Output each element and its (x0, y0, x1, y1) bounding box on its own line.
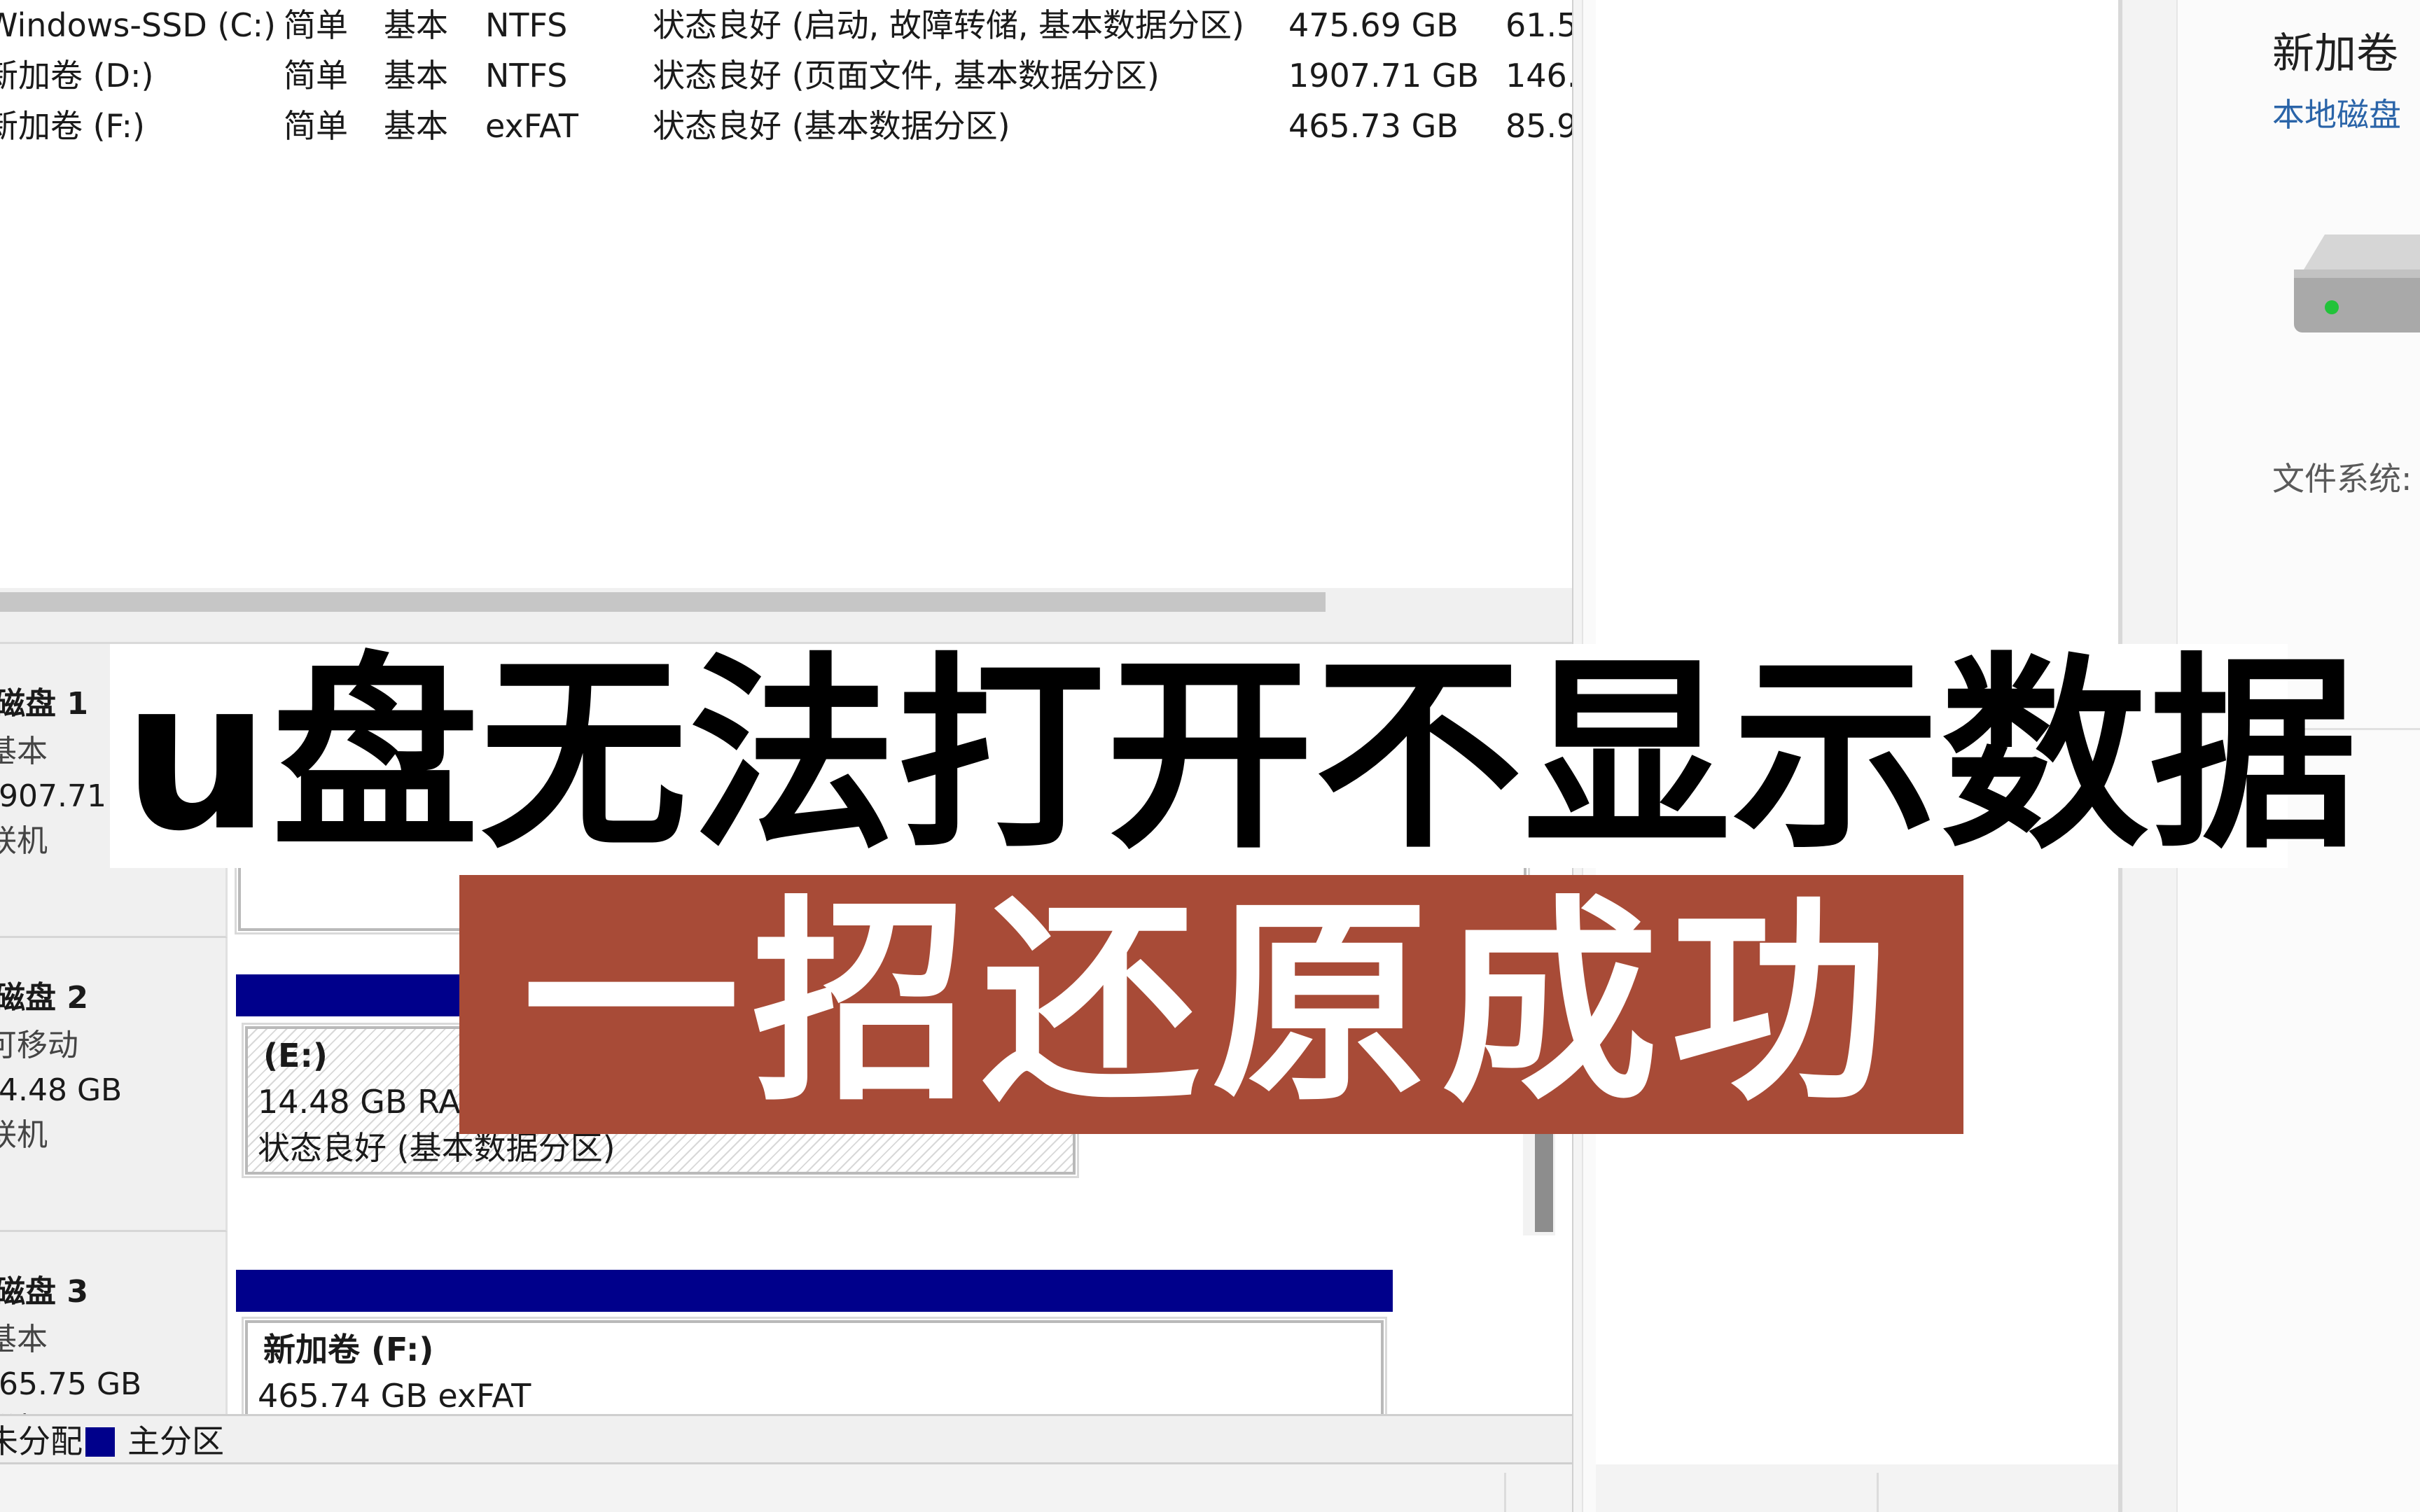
volume-capacity: 1907.71 GB (1288, 57, 1480, 94)
legend-unallocated-label: 未分配 (0, 1422, 83, 1460)
volume-layout: 简单 (284, 57, 348, 94)
volume-type: 基本 (384, 57, 448, 94)
volume-layout: 简单 (284, 107, 348, 145)
partition-size: 465.74 GB exFAT (258, 1377, 531, 1414)
disk-label-2[interactable]: 磁盘 2 可移动 14.48 GB 联机 (0, 938, 228, 1232)
partition-size: 14.48 GB RAW (258, 1083, 491, 1121)
disk-size: 465.75 GB (0, 1366, 142, 1402)
caption-subtitle: 一招还原成功 (522, 878, 1900, 1130)
volume-free-space: 85.9 (1505, 107, 1578, 145)
legend-primary-label: 主分区 (127, 1422, 224, 1460)
volume-name: 新加卷 (F:) (0, 107, 145, 145)
volume-type: 基本 (384, 107, 448, 145)
volume-filesystem: NTFS (485, 6, 568, 44)
volume-capacity: 475.69 GB (1288, 6, 1459, 44)
disk-type: 可移动 (0, 1028, 78, 1063)
volume-name: Windows-SSD (C:) (0, 6, 276, 44)
disk-type: 基本 (0, 1322, 48, 1357)
properties-volume-name[interactable]: 新加卷 (2272, 20, 2398, 80)
partition-title: (E:) (263, 1037, 328, 1074)
status-divider (1877, 1473, 1879, 1512)
disk-type: 基本 (0, 734, 48, 769)
properties-filesystem-label: 文件系统: (2272, 460, 2412, 498)
legend-bar: 未分配 主分区 (0, 1414, 1572, 1464)
disk-name: 磁盘 2 (0, 980, 88, 1016)
partition-header-bar (236, 1270, 1393, 1312)
volume-free-space: 61.5 (1505, 6, 1578, 44)
properties-drive-type: 本地磁盘 (2272, 96, 2401, 134)
disk-state: 联机 (0, 1407, 48, 1414)
volume-layout: 简单 (284, 6, 348, 44)
legend-primary-swatch (85, 1427, 115, 1457)
volume-status: 状态良好 (基本数据分区) (653, 107, 1010, 145)
volume-status: 状态良好 (启动, 故障转储, 基本数据分区) (653, 6, 1245, 44)
partition-box-f[interactable]: 新加卷 (F:) 465.74 GB exFAT (242, 1317, 1387, 1414)
caption-title: u盘无法打开不显示数据 (123, 635, 2358, 876)
volume-row[interactable]: 新加卷 (F:) 简单 基本 exFAT 状态良好 (基本数据分区) 465.7… (0, 101, 1579, 151)
disk-size: 14.48 GB (0, 1072, 123, 1108)
volume-list: Windows-SSD (C:) 简单 基本 NTFS 状态良好 (启动, 故障… (0, 0, 1579, 588)
status-bar (0, 1464, 2420, 1512)
disk-state: 联机 (0, 823, 48, 859)
volume-row[interactable]: 新加卷 (D:) 简单 基本 NTFS 状态良好 (页面文件, 基本数据分区) … (0, 50, 1579, 101)
volume-row[interactable]: Windows-SSD (C:) 简单 基本 NTFS 状态良好 (启动, 故障… (0, 0, 1579, 50)
partition-title: 新加卷 (F:) (263, 1331, 434, 1368)
disk-label-3[interactable]: 磁盘 3 基本 465.75 GB 联机 (0, 1232, 228, 1414)
volume-status: 状态良好 (页面文件, 基本数据分区) (653, 57, 1160, 94)
volume-name: 新加卷 (D:) (0, 57, 154, 94)
volume-filesystem: NTFS (485, 57, 568, 94)
status-divider (1504, 1473, 1506, 1512)
volume-type: 基本 (384, 6, 448, 44)
volume-capacity: 465.73 GB (1288, 107, 1459, 145)
disk-name: 磁盘 3 (0, 1274, 88, 1310)
disk-state: 联机 (0, 1117, 48, 1153)
horizontal-scrollbar-thumb[interactable] (0, 592, 1326, 612)
volume-filesystem: exFAT (485, 107, 578, 145)
disk-name: 磁盘 1 (0, 686, 88, 722)
hard-drive-icon (2294, 234, 2420, 332)
volume-free-space: 146.1 (1505, 57, 1579, 94)
